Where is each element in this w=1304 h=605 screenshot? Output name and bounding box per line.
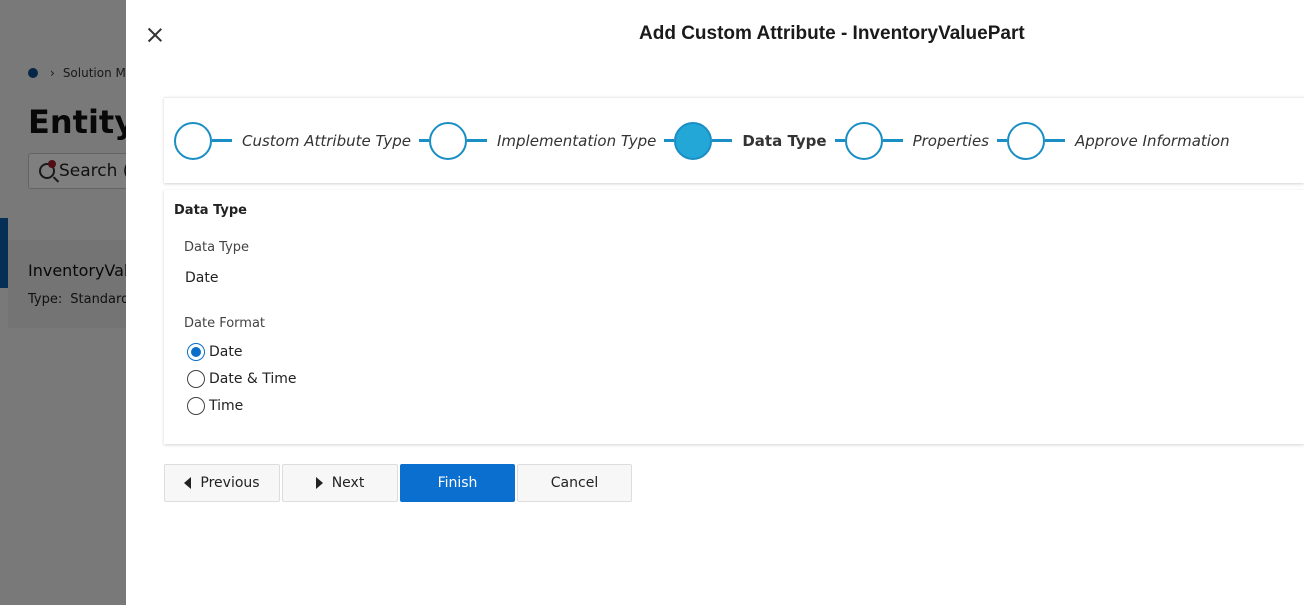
step-label: Properties <box>912 131 989 150</box>
date-format-label: Date Format <box>184 316 266 331</box>
step-connector <box>997 139 1007 142</box>
step-connector <box>212 139 232 142</box>
step-implementation-type[interactable]: Implementation Type <box>418 121 657 160</box>
radio-button[interactable] <box>187 397 205 415</box>
caret-right-icon <box>315 477 323 489</box>
radio-date-time[interactable]: Date & Time <box>187 370 297 388</box>
radio-button-checked[interactable] <box>187 343 205 361</box>
previous-button[interactable]: Previous <box>164 464 280 502</box>
step-label: Approve Information <box>1075 131 1230 150</box>
finish-button[interactable]: Finish <box>400 464 515 502</box>
caret-left-icon <box>184 477 192 489</box>
step-circle <box>1007 121 1045 160</box>
step-connector <box>418 139 429 142</box>
data-type-label: Data Type <box>184 240 250 255</box>
next-button[interactable]: Next <box>282 464 398 502</box>
step-connector <box>664 139 675 142</box>
previous-button-label: Previous <box>200 475 260 491</box>
radio-label: Date <box>209 344 243 360</box>
step-circle <box>174 121 212 160</box>
step-circle-active <box>674 121 713 160</box>
wizard-stepper: Custom Attribute Type Implementation Typ… <box>164 97 1304 183</box>
next-button-label: Next <box>331 475 365 491</box>
add-custom-attribute-panel: Add Custom Attribute - InventoryValuePar… <box>126 0 1304 605</box>
radio-time[interactable]: Time <box>187 397 243 415</box>
step-label: Implementation Type <box>496 131 657 150</box>
radio-date[interactable]: Date <box>187 343 242 361</box>
step-circle <box>844 121 883 160</box>
panel-title: Add Custom Attribute - InventoryValuePar… <box>639 23 1025 44</box>
cancel-button[interactable]: Cancel <box>517 464 632 502</box>
step-properties[interactable]: Properties <box>834 121 989 160</box>
step-data-type[interactable]: Data Type <box>664 121 827 160</box>
step-circle <box>428 121 467 160</box>
step-connector <box>834 139 845 142</box>
data-type-value: Date <box>185 270 219 286</box>
radio-label: Date & Time <box>209 371 297 387</box>
step-label: Data Type <box>742 131 827 150</box>
close-icon[interactable] <box>144 24 166 46</box>
radio-button[interactable] <box>187 370 205 388</box>
section-title: Data Type <box>174 203 247 218</box>
data-type-section: Data Type Data Type Date Date Format Dat… <box>164 190 1304 444</box>
radio-label: Time <box>209 398 244 414</box>
step-approve-information[interactable]: Approve Information <box>997 121 1230 160</box>
step-label: Custom Attribute Type <box>242 131 411 150</box>
step-connector <box>1045 139 1065 142</box>
step-connector <box>882 139 903 142</box>
step-connector <box>712 139 733 142</box>
step-connector <box>466 139 487 142</box>
step-custom-attribute-type[interactable]: Custom Attribute Type <box>174 121 411 160</box>
